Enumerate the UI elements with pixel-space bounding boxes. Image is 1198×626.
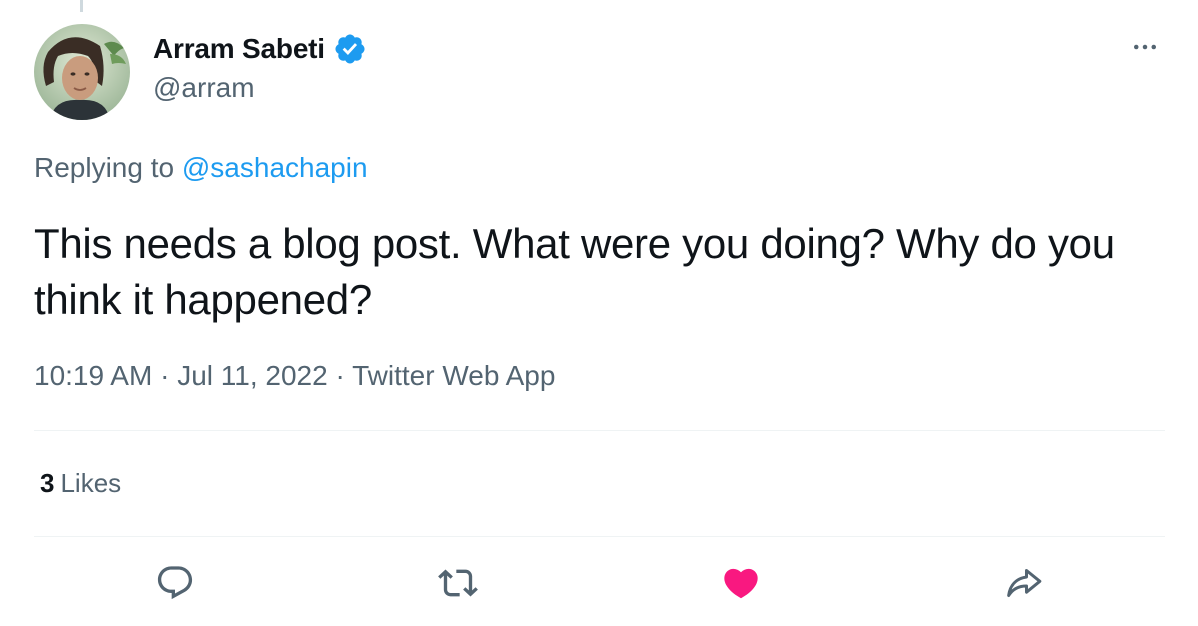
share-icon [1007,569,1042,597]
author-handle[interactable]: @arram [153,72,255,104]
replying-to-mention[interactable]: @sashachapin [182,152,368,183]
reply-button[interactable] [150,558,200,608]
replying-to: Replying to @sashachapin [34,152,368,184]
author-name-row: Arram Sabeti [153,30,367,68]
tweet-date[interactable]: Jul 11, 2022 [177,360,328,391]
avatar-image [34,24,130,120]
tweet-meta: 10:19 AM · Jul 11, 2022 · Twitter Web Ap… [34,360,555,392]
tweet-source[interactable]: Twitter Web App [352,360,555,391]
retweet-icon [438,569,478,597]
more-dots-icon [1134,44,1156,50]
likes-count: 3 [40,468,55,498]
meta-separator: · [160,360,170,391]
tweet-time[interactable]: 10:19 AM [34,360,152,391]
retweet-button[interactable] [433,558,483,608]
heart-icon [724,568,758,599]
tweet-actions-bar [0,558,1198,608]
avatar[interactable] [34,24,130,120]
more-options-button[interactable] [1128,30,1162,64]
tweet-text: This needs a blog post. What were you do… [34,220,1115,323]
author-display-name[interactable]: Arram Sabeti [153,33,325,65]
replying-to-label: Replying to [34,152,175,183]
divider [34,430,1165,431]
share-button[interactable] [999,558,1049,608]
likes-stat[interactable]: 3 Likes [40,468,121,499]
verified-badge-icon [335,34,365,64]
thread-connector-line [80,0,83,12]
divider [34,536,1165,537]
meta-separator: · [335,360,345,391]
like-button[interactable] [716,558,766,608]
likes-label: Likes [60,468,122,498]
reply-icon [157,566,193,600]
